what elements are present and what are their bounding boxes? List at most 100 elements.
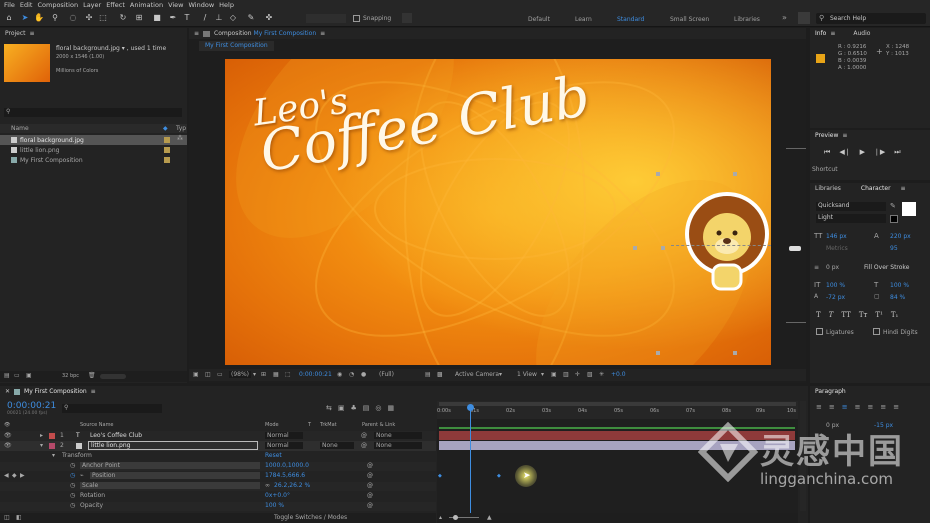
zoom-tool-icon[interactable]: ⚲	[50, 13, 60, 23]
panel-menu-icon[interactable]: ≡	[91, 388, 96, 395]
prop-value[interactable]: 100 %	[265, 502, 284, 509]
workspace-standard[interactable]: Standard	[617, 16, 644, 23]
frame-blending-icon[interactable]: ▤	[363, 404, 370, 412]
workspace-libraries[interactable]: Libraries	[734, 16, 760, 23]
asset-dropdown-icon[interactable]: ▾	[122, 45, 125, 52]
hand-tool-icon[interactable]: ✋	[34, 13, 44, 23]
layer-name-edit[interactable]: little lion.png	[88, 441, 258, 450]
region-of-interest-icon[interactable]: ⬚	[285, 371, 291, 378]
grid-icon[interactable]: ⊞	[261, 371, 266, 378]
graph-editor-icon[interactable]: ▦	[388, 404, 395, 412]
camera-dropdown[interactable]: Active Camera	[453, 371, 501, 378]
fill-color-swatch[interactable]	[902, 202, 916, 216]
menu-help[interactable]: Help	[219, 1, 234, 9]
font-family-dropdown[interactable]: Quicksand	[816, 202, 886, 211]
timeline-search-input[interactable]: ⚲	[62, 404, 162, 413]
col-t[interactable]: T	[308, 422, 311, 428]
workspace-small-screen[interactable]: Small Screen	[670, 16, 709, 23]
justify-last-left-icon[interactable]: ≡	[855, 403, 861, 411]
region-icon[interactable]: ▭	[217, 371, 223, 378]
search-help-field[interactable]: ⚲ Search Help	[816, 13, 926, 24]
expression-icon[interactable]: @	[367, 502, 373, 509]
always-preview-icon[interactable]: ▣	[193, 371, 199, 378]
workspace-default[interactable]: Default	[528, 16, 550, 23]
menu-animation[interactable]: Animation	[130, 1, 163, 9]
align-left-icon[interactable]: ≡	[816, 403, 822, 411]
prop-anchor-point[interactable]: ◷ Anchor Point 1000.0,1000.0 @	[0, 462, 436, 471]
prop-opacity[interactable]: ◷ Opacity 100 % @	[0, 502, 436, 511]
comp-canvas[interactable]: Leo's Coffee Club	[225, 59, 771, 365]
prev-frame-icon[interactable]: ◀❘	[839, 148, 850, 157]
project-scrollbar[interactable]	[100, 374, 126, 379]
shy-layers-icon[interactable]: ♣	[351, 404, 357, 412]
stroke-width[interactable]: 0 px	[826, 264, 839, 271]
transform-handle[interactable]	[633, 246, 637, 250]
col-name[interactable]: Name	[11, 125, 29, 132]
prev-keyframe-icon[interactable]: ◀	[4, 472, 9, 479]
menu-file[interactable]: File	[4, 1, 15, 9]
menu-edit[interactable]: Edit	[20, 1, 33, 9]
close-icon[interactable]: ✕	[5, 388, 10, 395]
prop-value[interactable]: 26.2,26.2 %	[274, 482, 310, 489]
baseline-shift[interactable]: -72 px	[826, 294, 845, 301]
font-size[interactable]: 146 px	[826, 233, 847, 240]
mode-dropdown[interactable]: Normal	[265, 432, 303, 439]
col-trkmat[interactable]: TrkMat	[320, 422, 337, 428]
delete-icon[interactable]: 🗑	[88, 372, 96, 379]
snapshot-icon[interactable]: ◉	[337, 371, 342, 378]
layer-name[interactable]: Leo's Coffee Club	[90, 432, 142, 439]
transform-reset[interactable]: Reset	[265, 452, 282, 459]
dropdown-arrow-icon[interactable]: ▾	[541, 371, 544, 378]
show-snapshot-icon[interactable]: ◔	[349, 371, 354, 378]
motion-blur-icon[interactable]: ◎	[375, 404, 381, 412]
panel-menu-icon[interactable]: ≡	[320, 30, 325, 37]
expression-icon[interactable]: @	[367, 482, 373, 489]
menu-layer[interactable]: Layer	[83, 1, 101, 9]
zoom-out-icon[interactable]: ▴	[439, 514, 442, 521]
libraries-tab[interactable]: Libraries	[815, 185, 841, 192]
layer-switches-icon[interactable]: ◫	[4, 514, 10, 521]
transfer-controls-icon[interactable]: ◧	[16, 514, 22, 521]
more-workspaces-icon[interactable]: »	[782, 13, 787, 22]
prop-scale[interactable]: ◷ Scale ∞ 26.2,26.2 % @	[0, 482, 436, 491]
stopwatch-icon[interactable]: ◷	[70, 472, 75, 479]
menu-window[interactable]: Window	[189, 1, 215, 9]
last-frame-icon[interactable]: ⏭	[894, 148, 900, 157]
horizontal-scale[interactable]: 100 %	[890, 282, 909, 289]
project-search-input[interactable]: ⚲	[4, 108, 182, 117]
clone-stamp-icon[interactable]: ⊥	[214, 13, 224, 23]
transparency-icon[interactable]: ▦	[273, 371, 279, 378]
offscreen-handle[interactable]	[789, 246, 801, 251]
expression-icon[interactable]: @	[367, 462, 373, 469]
panel-menu-icon[interactable]: ≡	[842, 132, 847, 139]
fast-previews-icon[interactable]: ▤	[425, 371, 431, 378]
toggle-transparency-icon[interactable]: ▩	[437, 371, 443, 378]
constrain-proportions-icon[interactable]: ∞	[265, 482, 270, 489]
first-frame-icon[interactable]: ⏮	[824, 148, 830, 157]
align-center-icon[interactable]: ≡	[829, 403, 835, 411]
prop-value[interactable]: 1784.5,666.6	[265, 472, 305, 479]
timeline-icon[interactable]: ▧	[587, 371, 593, 378]
project-item-lion[interactable]: little lion.png	[0, 145, 170, 155]
justify-last-center-icon[interactable]: ≡	[868, 403, 874, 411]
playhead[interactable]	[470, 406, 471, 523]
col-mode[interactable]: Mode	[265, 422, 279, 428]
zoom-dropdown[interactable]: (98%)	[229, 371, 252, 378]
comp-tab-name[interactable]: My First Composition	[254, 30, 317, 37]
visibility-icon[interactable]: 👁	[4, 442, 12, 449]
draft-3d-icon[interactable]: ▥	[563, 371, 569, 378]
dropdown-arrow-icon[interactable]: ▾	[499, 371, 502, 378]
toggle-switches-modes[interactable]: Toggle Switches / Modes	[274, 514, 347, 521]
channel-icon[interactable]: ●	[361, 371, 366, 378]
stopwatch-icon[interactable]: ◷	[70, 462, 75, 469]
layer-color-label[interactable]	[49, 443, 55, 449]
type-tool-icon[interactable]: T	[182, 13, 192, 23]
zoom-slider-thumb[interactable]	[453, 515, 458, 520]
project-item-floral[interactable]: floral background.jpg ⁂	[0, 135, 187, 145]
expression-icon[interactable]: @	[367, 492, 373, 499]
play-icon[interactable]: ▶	[860, 148, 865, 157]
layer-row-2[interactable]: 👁 ▾ 2 little lion.png Normal None @ None	[0, 441, 436, 451]
info-tab[interactable]: Info	[815, 30, 826, 37]
project-item-comp[interactable]: My First Composition	[0, 155, 170, 165]
paragraph-tab[interactable]: Paragraph	[815, 388, 846, 395]
